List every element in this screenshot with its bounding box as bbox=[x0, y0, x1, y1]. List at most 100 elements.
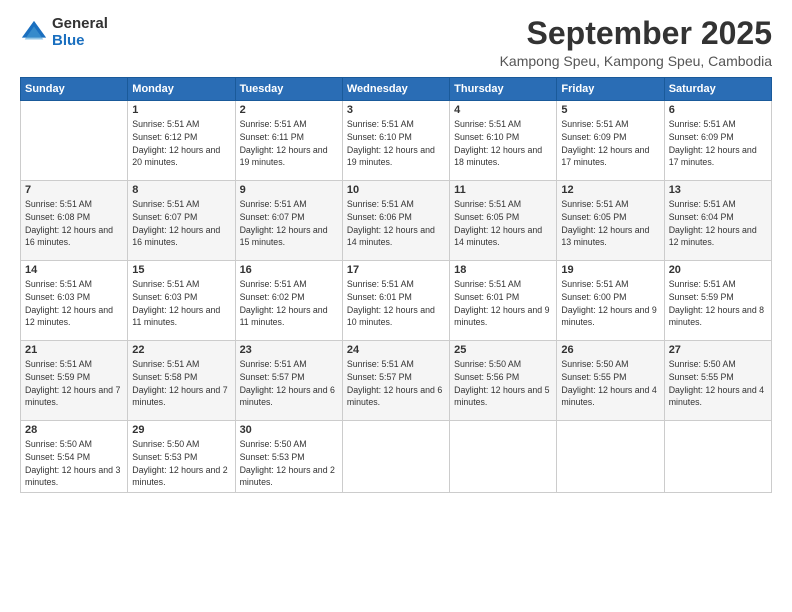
calendar-week-row: 1 Sunrise: 5:51 AM Sunset: 6:12 PM Daylig… bbox=[21, 101, 772, 181]
day-number: 5 bbox=[561, 104, 659, 116]
day-number: 27 bbox=[669, 344, 767, 356]
day-info: Sunrise: 5:50 AM Sunset: 5:53 PM Dayligh… bbox=[132, 438, 230, 489]
calendar-cell: 25Sunrise: 5:50 AM Sunset: 5:56 PM Dayli… bbox=[450, 341, 557, 421]
main-title: September 2025 bbox=[500, 16, 772, 51]
day-info: Sunrise: 5:51 AM Sunset: 6:03 PM Dayligh… bbox=[132, 278, 230, 329]
calendar-week-row: 28Sunrise: 5:50 AM Sunset: 5:54 PM Dayli… bbox=[21, 421, 772, 493]
day-number: 29 bbox=[132, 424, 230, 436]
day-info: Sunrise: 5:51 AM Sunset: 6:06 PM Dayligh… bbox=[347, 198, 445, 249]
day-info: Sunrise: 5:50 AM Sunset: 5:56 PM Dayligh… bbox=[454, 358, 552, 409]
calendar-cell: 24 Sunrise: 5:51 AM Sunset: 5:57 PM Dayli… bbox=[342, 341, 449, 421]
day-number: 6 bbox=[669, 104, 767, 116]
day-info: Sunrise: 5:51 AM Sunset: 5:59 PM Dayligh… bbox=[669, 278, 767, 329]
calendar-cell: 16Sunrise: 5:51 AM Sunset: 6:02 PM Dayli… bbox=[235, 261, 342, 341]
day-info: Sunrise: 5:51 AM Sunset: 6:09 PM Dayligh… bbox=[561, 118, 659, 169]
calendar-header-friday: Friday bbox=[557, 78, 664, 101]
day-number: 2 bbox=[240, 104, 338, 116]
calendar-cell: 22Sunrise: 5:51 AM Sunset: 5:58 PM Dayli… bbox=[128, 341, 235, 421]
day-number: 13 bbox=[669, 184, 767, 196]
calendar-cell: 30Sunrise: 5:50 AM Sunset: 5:53 PM Dayli… bbox=[235, 421, 342, 493]
day-number: 21 bbox=[25, 344, 123, 356]
day-number: 15 bbox=[132, 264, 230, 276]
calendar-cell bbox=[450, 421, 557, 493]
day-number: 17 bbox=[347, 264, 445, 276]
calendar-cell bbox=[342, 421, 449, 493]
day-info: Sunrise: 5:51 AM Sunset: 5:57 PM Dayligh… bbox=[347, 358, 445, 409]
calendar-header-sunday: Sunday bbox=[21, 78, 128, 101]
subtitle: Kampong Speu, Kampong Speu, Cambodia bbox=[500, 53, 772, 69]
logo-icon bbox=[20, 19, 48, 47]
calendar-cell: 28Sunrise: 5:50 AM Sunset: 5:54 PM Dayli… bbox=[21, 421, 128, 493]
day-info: Sunrise: 5:50 AM Sunset: 5:53 PM Dayligh… bbox=[240, 438, 338, 489]
logo-text: General Blue bbox=[52, 16, 108, 49]
day-info: Sunrise: 5:51 AM Sunset: 6:01 PM Dayligh… bbox=[347, 278, 445, 329]
day-number: 4 bbox=[454, 104, 552, 116]
day-info: Sunrise: 5:51 AM Sunset: 5:59 PM Dayligh… bbox=[25, 358, 123, 409]
day-info: Sunrise: 5:51 AM Sunset: 6:00 PM Dayligh… bbox=[561, 278, 659, 329]
calendar-cell: 5 Sunrise: 5:51 AM Sunset: 6:09 PM Daylig… bbox=[557, 101, 664, 181]
calendar-cell: 17 Sunrise: 5:51 AM Sunset: 6:01 PM Dayli… bbox=[342, 261, 449, 341]
logo: General Blue bbox=[20, 16, 108, 49]
day-number: 26 bbox=[561, 344, 659, 356]
calendar-header-monday: Monday bbox=[128, 78, 235, 101]
day-info: Sunrise: 5:51 AM Sunset: 6:05 PM Dayligh… bbox=[561, 198, 659, 249]
day-number: 28 bbox=[25, 424, 123, 436]
day-number: 18 bbox=[454, 264, 552, 276]
day-number: 22 bbox=[132, 344, 230, 356]
day-info: Sunrise: 5:51 AM Sunset: 5:57 PM Dayligh… bbox=[240, 358, 338, 409]
calendar-header-saturday: Saturday bbox=[664, 78, 771, 101]
day-info: Sunrise: 5:51 AM Sunset: 6:04 PM Dayligh… bbox=[669, 198, 767, 249]
calendar-cell: 23 Sunrise: 5:51 AM Sunset: 5:57 PM Dayli… bbox=[235, 341, 342, 421]
logo-blue: Blue bbox=[52, 33, 108, 50]
calendar-week-row: 21 Sunrise: 5:51 AM Sunset: 5:59 PM Dayli… bbox=[21, 341, 772, 421]
calendar-header-thursday: Thursday bbox=[450, 78, 557, 101]
day-number: 8 bbox=[132, 184, 230, 196]
day-number: 1 bbox=[132, 104, 230, 116]
calendar-cell: 12Sunrise: 5:51 AM Sunset: 6:05 PM Dayli… bbox=[557, 181, 664, 261]
calendar-cell: 7Sunrise: 5:51 AM Sunset: 6:08 PM Daylig… bbox=[21, 181, 128, 261]
calendar-cell: 3Sunrise: 5:51 AM Sunset: 6:10 PM Daylig… bbox=[342, 101, 449, 181]
calendar-cell: 9 Sunrise: 5:51 AM Sunset: 6:07 PM Daylig… bbox=[235, 181, 342, 261]
header-area: General Blue September 2025 Kampong Speu… bbox=[20, 16, 772, 69]
day-info: Sunrise: 5:51 AM Sunset: 6:05 PM Dayligh… bbox=[454, 198, 552, 249]
day-info: Sunrise: 5:51 AM Sunset: 6:03 PM Dayligh… bbox=[25, 278, 123, 329]
day-info: Sunrise: 5:51 AM Sunset: 6:10 PM Dayligh… bbox=[347, 118, 445, 169]
calendar-cell: 11 Sunrise: 5:51 AM Sunset: 6:05 PM Dayli… bbox=[450, 181, 557, 261]
day-info: Sunrise: 5:51 AM Sunset: 6:01 PM Dayligh… bbox=[454, 278, 552, 329]
day-number: 9 bbox=[240, 184, 338, 196]
page: General Blue September 2025 Kampong Speu… bbox=[0, 0, 792, 612]
calendar-cell: 27 Sunrise: 5:50 AM Sunset: 5:55 PM Dayli… bbox=[664, 341, 771, 421]
calendar-cell: 8 Sunrise: 5:51 AM Sunset: 6:07 PM Daylig… bbox=[128, 181, 235, 261]
day-info: Sunrise: 5:51 AM Sunset: 6:09 PM Dayligh… bbox=[669, 118, 767, 169]
day-info: Sunrise: 5:51 AM Sunset: 6:07 PM Dayligh… bbox=[132, 198, 230, 249]
calendar-header-tuesday: Tuesday bbox=[235, 78, 342, 101]
day-number: 11 bbox=[454, 184, 552, 196]
logo-general: General bbox=[52, 16, 108, 33]
calendar-week-row: 14 Sunrise: 5:51 AM Sunset: 6:03 PM Dayli… bbox=[21, 261, 772, 341]
calendar-cell: 29 Sunrise: 5:50 AM Sunset: 5:53 PM Dayli… bbox=[128, 421, 235, 493]
day-number: 23 bbox=[240, 344, 338, 356]
calendar-cell: 20 Sunrise: 5:51 AM Sunset: 5:59 PM Dayli… bbox=[664, 261, 771, 341]
calendar-cell: 2 Sunrise: 5:51 AM Sunset: 6:11 PM Daylig… bbox=[235, 101, 342, 181]
calendar-cell bbox=[557, 421, 664, 493]
calendar-cell: 26Sunrise: 5:50 AM Sunset: 5:55 PM Dayli… bbox=[557, 341, 664, 421]
calendar-cell: 6 Sunrise: 5:51 AM Sunset: 6:09 PM Daylig… bbox=[664, 101, 771, 181]
day-info: Sunrise: 5:51 AM Sunset: 6:11 PM Dayligh… bbox=[240, 118, 338, 169]
calendar-cell: 15 Sunrise: 5:51 AM Sunset: 6:03 PM Dayli… bbox=[128, 261, 235, 341]
calendar-cell bbox=[21, 101, 128, 181]
day-number: 19 bbox=[561, 264, 659, 276]
day-number: 14 bbox=[25, 264, 123, 276]
calendar-table: SundayMondayTuesdayWednesdayThursdayFrid… bbox=[20, 77, 772, 493]
calendar-cell: 1 Sunrise: 5:51 AM Sunset: 6:12 PM Daylig… bbox=[128, 101, 235, 181]
day-number: 20 bbox=[669, 264, 767, 276]
calendar-cell: 13 Sunrise: 5:51 AM Sunset: 6:04 PM Dayli… bbox=[664, 181, 771, 261]
calendar-week-row: 7Sunrise: 5:51 AM Sunset: 6:08 PM Daylig… bbox=[21, 181, 772, 261]
day-info: Sunrise: 5:50 AM Sunset: 5:55 PM Dayligh… bbox=[669, 358, 767, 409]
calendar-cell: 18 Sunrise: 5:51 AM Sunset: 6:01 PM Dayli… bbox=[450, 261, 557, 341]
day-info: Sunrise: 5:51 AM Sunset: 6:12 PM Dayligh… bbox=[132, 118, 230, 169]
day-number: 24 bbox=[347, 344, 445, 356]
calendar-cell: 14 Sunrise: 5:51 AM Sunset: 6:03 PM Dayli… bbox=[21, 261, 128, 341]
day-info: Sunrise: 5:51 AM Sunset: 6:07 PM Dayligh… bbox=[240, 198, 338, 249]
calendar-cell: 10Sunrise: 5:51 AM Sunset: 6:06 PM Dayli… bbox=[342, 181, 449, 261]
day-info: Sunrise: 5:51 AM Sunset: 6:02 PM Dayligh… bbox=[240, 278, 338, 329]
